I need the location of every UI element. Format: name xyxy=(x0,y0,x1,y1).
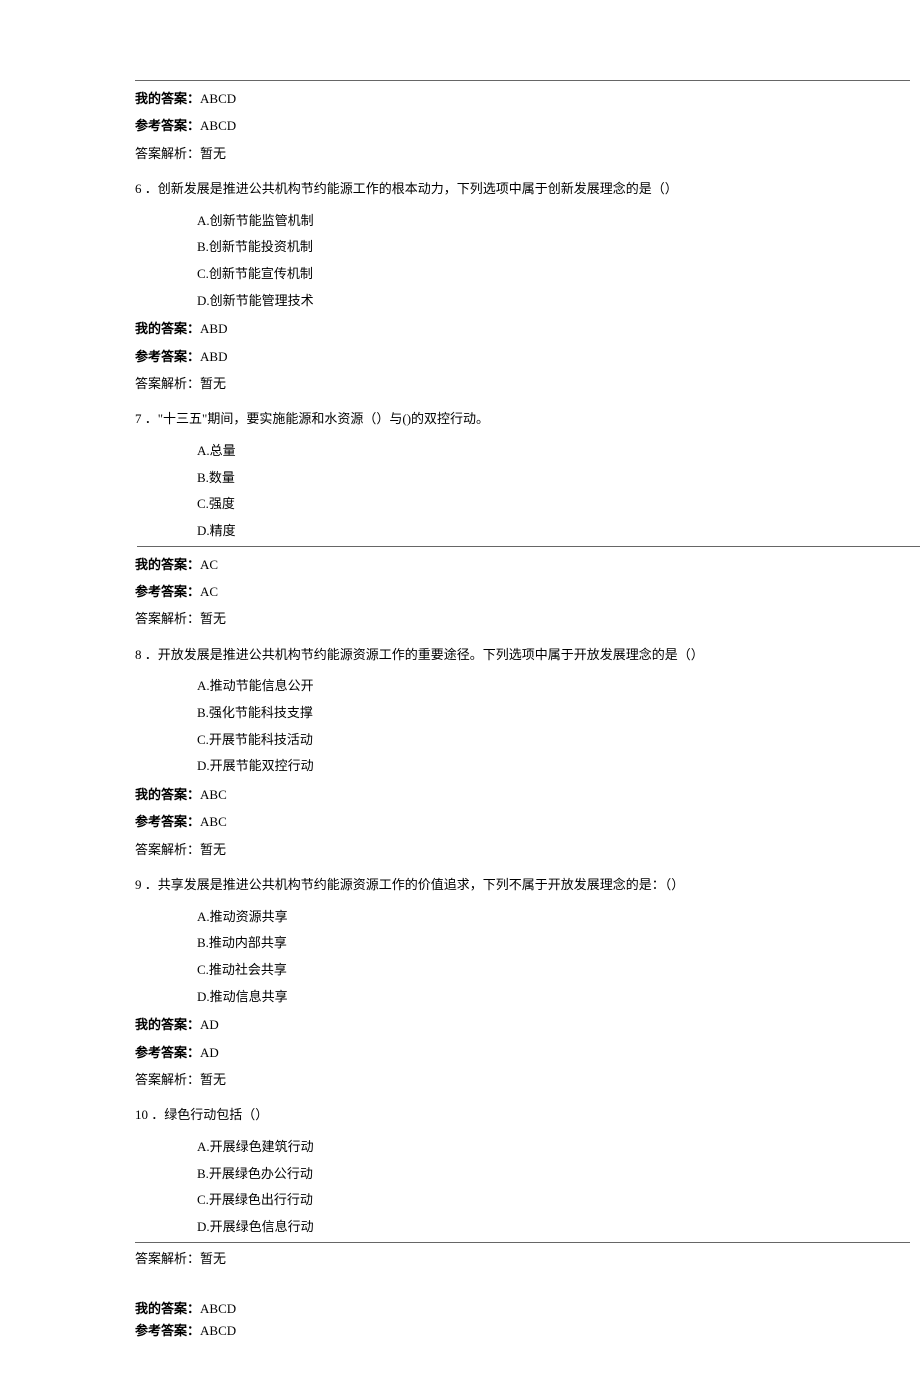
ref-answer-value: ABCD xyxy=(200,1323,236,1338)
ref-answer-label: 参考答案： xyxy=(135,584,200,599)
my-answer: 我的答案：AC xyxy=(135,553,910,576)
question-number: 7 xyxy=(135,411,142,426)
question-body: ．绿色行动包括（） xyxy=(151,1107,268,1122)
inline-rule xyxy=(137,546,920,547)
option-c: C.开展节能科技活动 xyxy=(197,728,910,753)
my-answer-value: ABD xyxy=(200,321,227,336)
options-list: A.创新节能监管机制 B.创新节能投资机制 C.创新节能宣传机制 D.创新节能管… xyxy=(135,209,910,314)
ref-answer-label: 参考答案： xyxy=(135,349,200,364)
question-text: 10 ．绿色行动包括（） xyxy=(135,1103,910,1126)
question-6: 6 ．创新发展是推进公共机构节约能源工作的根本动力，下列选项中属于创新发展理念的… xyxy=(135,177,910,395)
option-d: D.推动信息共享 xyxy=(197,985,910,1010)
question-number: 10 xyxy=(135,1107,148,1122)
option-d: D.开展节能双控行动 xyxy=(197,754,910,779)
my-answer-label: 我的答案： xyxy=(135,557,200,572)
analysis-line: 答案解析：暂无 xyxy=(135,1068,910,1091)
analysis-line: 答案解析：暂无 xyxy=(135,838,910,861)
ref-answer-label: 参考答案： xyxy=(135,814,200,829)
question-8: 8 ．开放发展是推进公共机构节约能源资源工作的重要途径。下列选项中属于开放发展理… xyxy=(135,643,910,861)
option-b: B.推动内部共享 xyxy=(197,931,910,956)
question-text: 7 ．"十三五"期间，要实施能源和水资源（）与()的双控行动。 xyxy=(135,407,910,430)
question-number: 9 xyxy=(135,877,142,892)
options-list: A.总量 B.数量 C.强度 D.精度 xyxy=(135,439,910,547)
option-c: C.创新节能宣传机制 xyxy=(197,262,910,287)
ref-answer-label: 参考答案： xyxy=(135,1323,200,1338)
my-answer: 我的答案：ABC xyxy=(135,783,910,806)
options-list: A.推动资源共享 B.推动内部共享 C.推动社会共享 D.推动信息共享 xyxy=(135,905,910,1010)
option-a: A.总量 xyxy=(197,439,910,464)
question-text: 6 ．创新发展是推进公共机构节约能源工作的根本动力，下列选项中属于创新发展理念的… xyxy=(135,177,910,200)
content-area: 我的答案：ABCD 参考答案：ABCD 答案解析：暂无 6 ．创新发展是推进公共… xyxy=(0,80,920,1270)
option-d: D.创新节能管理技术 xyxy=(197,289,910,314)
option-d: D.精度 xyxy=(197,519,910,544)
option-d: D.开展绿色信息行动 xyxy=(197,1215,910,1240)
my-answer-value: ABC xyxy=(200,787,227,802)
question-10: 10 ．绿色行动包括（） A.开展绿色建筑行动 B.开展绿色办公行动 C.开展绿… xyxy=(135,1103,910,1239)
option-a: A.开展绿色建筑行动 xyxy=(197,1135,910,1160)
ref-answer-value: ABC xyxy=(200,814,227,829)
ref-answer: 参考答案：ABC xyxy=(135,810,910,833)
question-number: 6 xyxy=(135,181,142,196)
footer-my-answer: 我的答案：ABCD xyxy=(135,1298,920,1320)
option-a: A.推动资源共享 xyxy=(197,905,910,930)
option-c: C.推动社会共享 xyxy=(197,958,910,983)
my-answer-value: ABCD xyxy=(200,91,236,106)
analysis-line: 答案解析：暂无 xyxy=(135,142,910,165)
analysis-line: 答案解析：暂无 xyxy=(135,607,910,630)
option-b: B.创新节能投资机制 xyxy=(197,235,910,260)
option-b: B.数量 xyxy=(197,466,910,491)
footer-ref-answer: 参考答案：ABCD xyxy=(135,1320,920,1342)
ref-answer-value: ABD xyxy=(200,349,227,364)
my-answer-label: 我的答案： xyxy=(135,787,200,802)
question-7: 7 ．"十三五"期间，要实施能源和水资源（）与()的双控行动。 A.总量 B.数… xyxy=(135,407,910,630)
page: 我的答案：ABCD 参考答案：ABCD 答案解析：暂无 6 ．创新发展是推进公共… xyxy=(0,0,920,1382)
question-body: ．开放发展是推进公共机构节约能源资源工作的重要途径。下列选项中属于开放发展理念的… xyxy=(145,647,704,662)
top-rule xyxy=(135,80,910,81)
question-text: 9 ．共享发展是推进公共机构节约能源资源工作的价值追求，下列不属于开放发展理念的… xyxy=(135,873,910,896)
option-b: B.强化节能科技支撑 xyxy=(197,701,910,726)
ref-answer-value: AC xyxy=(200,584,218,599)
ref-answer-label: 参考答案： xyxy=(135,118,200,133)
ref-answer-label: 参考答案： xyxy=(135,1045,200,1060)
ref-answer-value: AD xyxy=(200,1045,219,1060)
question-body: ．创新发展是推进公共机构节约能源工作的根本动力，下列选项中属于创新发展理念的是（… xyxy=(145,181,678,196)
analysis-line: 答案解析：暂无 xyxy=(135,372,910,395)
option-a: A.推动节能信息公开 xyxy=(197,674,910,699)
my-answer-label: 我的答案： xyxy=(135,321,200,336)
ref-answer: 参考答案：ABD xyxy=(135,345,910,368)
question-number: 8 xyxy=(135,647,142,662)
bottom-rule xyxy=(135,1242,910,1243)
question-body: ．共享发展是推进公共机构节约能源资源工作的价值追求，下列不属于开放发展理念的是：… xyxy=(145,877,685,892)
option-c: C.强度 xyxy=(197,492,910,517)
my-answer-value: AD xyxy=(200,1017,219,1032)
question-text: 8 ．开放发展是推进公共机构节约能源资源工作的重要途径。下列选项中属于开放发展理… xyxy=(135,643,910,666)
option-b: B.开展绿色办公行动 xyxy=(197,1162,910,1187)
option-c: C.开展绿色出行行动 xyxy=(197,1188,910,1213)
top-ref-answer: 参考答案：ABCD xyxy=(135,114,910,137)
question-body: ．"十三五"期间，要实施能源和水资源（）与()的双控行动。 xyxy=(145,411,489,426)
my-answer: 我的答案：AD xyxy=(135,1013,910,1036)
ref-answer: 参考答案：AC xyxy=(135,580,910,603)
my-answer-value: AC xyxy=(200,557,218,572)
my-answer: 我的答案：ABD xyxy=(135,317,910,340)
footer-answers: 我的答案：ABCD 参考答案：ABCD xyxy=(0,1298,920,1342)
ref-answer-value: ABCD xyxy=(200,118,236,133)
my-answer-value: ABCD xyxy=(200,1301,236,1316)
my-answer-label: 我的答案： xyxy=(135,1017,200,1032)
option-a: A.创新节能监管机制 xyxy=(197,209,910,234)
ref-answer: 参考答案：AD xyxy=(135,1041,910,1064)
post-analysis-line: 答案解析：暂无 xyxy=(135,1247,910,1270)
options-list: A.开展绿色建筑行动 B.开展绿色办公行动 C.开展绿色出行行动 D.开展绿色信… xyxy=(135,1135,910,1240)
my-answer-label: 我的答案： xyxy=(135,91,200,106)
my-answer-label: 我的答案： xyxy=(135,1301,200,1316)
question-9: 9 ．共享发展是推进公共机构节约能源资源工作的价值追求，下列不属于开放发展理念的… xyxy=(135,873,910,1091)
options-list: A.推动节能信息公开 B.强化节能科技支撑 C.开展节能科技活动 D.开展节能双… xyxy=(135,674,910,779)
top-my-answer: 我的答案：ABCD xyxy=(135,87,910,110)
